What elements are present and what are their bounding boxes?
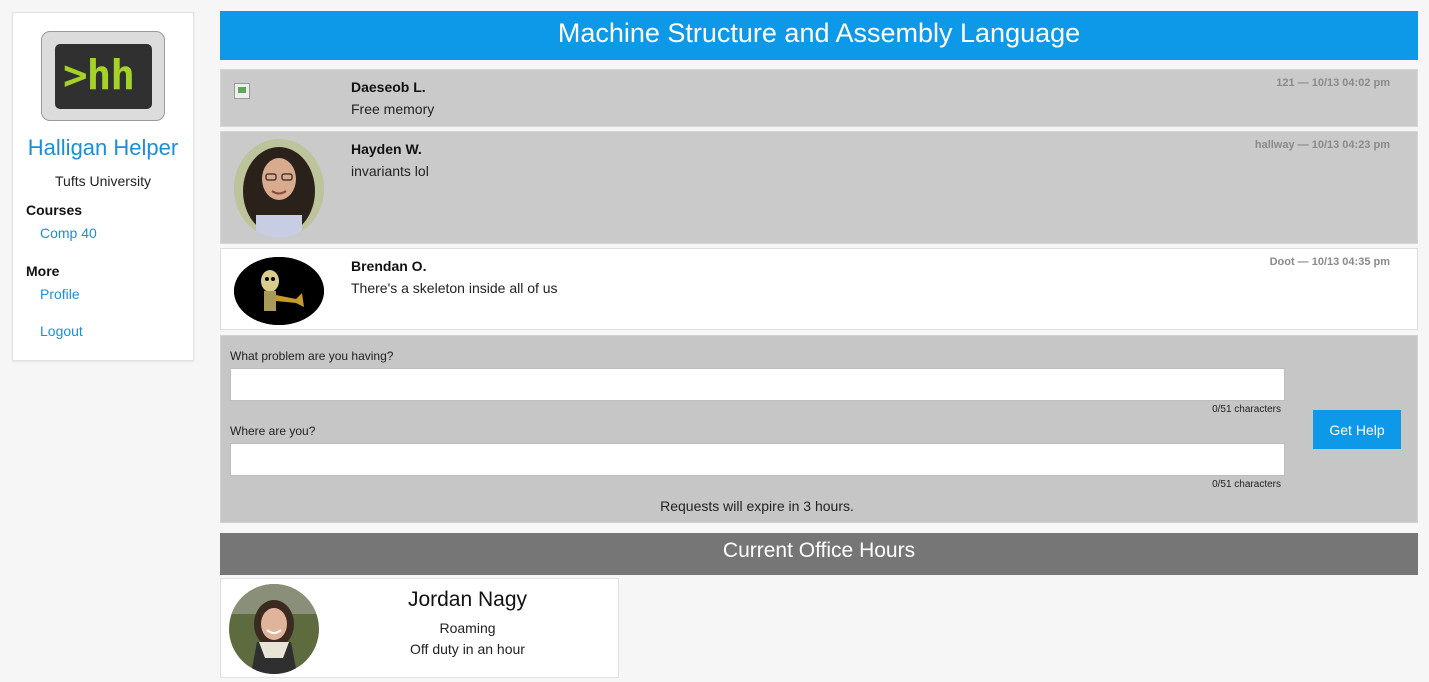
course-title: Machine Structure and Assembly Language xyxy=(220,11,1418,60)
problem-label: What problem are you having? xyxy=(230,349,394,363)
expire-note: Requests will expire in 3 hours. xyxy=(660,498,854,514)
problem-input[interactable] xyxy=(230,368,1285,401)
location-input[interactable] xyxy=(230,443,1285,476)
problem-char-count: 0/51 characters xyxy=(1212,404,1281,415)
broken-image-icon xyxy=(234,83,250,99)
request-row[interactable]: Daeseob L. Free memory 121 — 10/13 04:02… xyxy=(220,69,1418,127)
request-meta: Doot — 10/13 04:35 pm xyxy=(1269,256,1390,268)
avatar xyxy=(234,139,324,238)
request-student-name: Hayden W. xyxy=(351,141,422,157)
sidebar-course-comp40[interactable]: Comp 40 xyxy=(40,225,97,241)
request-meta: 121 — 10/13 04:02 pm xyxy=(1276,77,1390,89)
request-student-name: Daeseob L. xyxy=(351,79,426,95)
request-meta: hallway — 10/13 04:23 pm xyxy=(1254,139,1390,151)
request-message: Free memory xyxy=(351,101,435,117)
app-name[interactable]: Halligan Helper xyxy=(13,135,193,161)
request-message: There's a skeleton inside all of us xyxy=(351,280,558,296)
courses-heading: Courses xyxy=(26,202,83,218)
sidebar: >hh Halligan Helper Tufts University Cou… xyxy=(12,12,194,361)
logo-text: >hh xyxy=(63,51,135,99)
ta-location: Roaming xyxy=(439,620,496,636)
halligan-helper-logo[interactable]: >hh xyxy=(41,31,165,121)
sidebar-profile-link[interactable]: Profile xyxy=(40,286,80,302)
ta-card: Jordan Nagy Roaming Off duty in an hour xyxy=(220,578,619,678)
university-name: Tufts University xyxy=(55,173,151,189)
skeleton-trumpet-photo xyxy=(234,257,324,325)
location-label: Where are you? xyxy=(230,424,316,438)
request-row[interactable]: Brendan O. There's a skeleton inside all… xyxy=(220,248,1418,330)
ta-status: Off duty in an hour xyxy=(410,641,525,657)
person-scarf-photo xyxy=(229,584,319,674)
office-hours-heading: Current Office Hours xyxy=(220,533,1418,575)
request-row[interactable]: Hayden W. invariants lol hallway — 10/13… xyxy=(220,131,1418,244)
sidebar-logout-link[interactable]: Logout xyxy=(40,323,83,339)
request-student-name: Brendan O. xyxy=(351,258,427,274)
request-message: invariants lol xyxy=(351,163,429,179)
terminal-icon: >hh xyxy=(55,44,152,109)
curly-hair-person-photo xyxy=(234,139,324,238)
location-char-count: 0/51 characters xyxy=(1212,479,1281,490)
avatar xyxy=(234,257,324,325)
help-request-form: What problem are you having? 0/51 charac… xyxy=(220,335,1418,523)
ta-name: Jordan Nagy xyxy=(407,588,528,611)
more-heading: More xyxy=(26,263,60,279)
avatar xyxy=(229,584,319,674)
get-help-button[interactable]: Get Help xyxy=(1313,410,1401,449)
